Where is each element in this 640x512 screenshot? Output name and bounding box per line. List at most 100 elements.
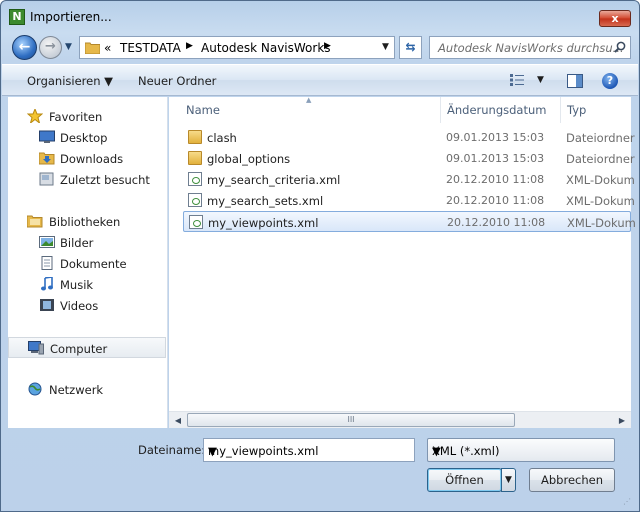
file-row-my-viewpoints[interactable]: my_viewpoints.xml 20.12.2010 11:08 XML-D… — [183, 211, 636, 232]
nav-label: Musik — [60, 278, 94, 292]
computer-icon — [28, 341, 44, 355]
network-icon — [28, 382, 42, 396]
nav-label: Bibliotheken — [49, 215, 121, 229]
file-date: 09.01.2013 15:03 — [446, 131, 545, 144]
nav-videos[interactable]: Videos — [8, 295, 166, 316]
xml-file-icon — [188, 172, 202, 186]
navigation-pane: Favoriten Desktop Downloads Zuletzt besu… — [8, 97, 168, 428]
window-title: Importieren... — [30, 10, 112, 24]
filename-label: Dateiname: — [138, 443, 206, 457]
nav-desktop[interactable]: Desktop — [8, 127, 166, 148]
resize-grip-icon[interactable]: ⋰ — [623, 497, 635, 509]
nav-libraries[interactable]: Bibliotheken — [8, 211, 166, 232]
file-date: 09.01.2013 15:03 — [446, 152, 545, 165]
search-placeholder: Autodesk NavisWorks durchsu... — [438, 41, 624, 55]
nav-label: Computer — [50, 342, 108, 356]
file-date: 20.12.2010 11:08 — [446, 173, 545, 186]
preview-pane-icon[interactable] — [567, 74, 583, 88]
column-divider[interactable] — [560, 97, 561, 123]
file-name: clash — [207, 131, 237, 145]
filetype-dropdown-icon[interactable]: ▼ — [432, 444, 441, 458]
file-list: ▲ Name Änderungsdatum Typ clash 09.01.20… — [169, 96, 636, 428]
file-name: global_options — [207, 152, 291, 166]
filetype-select[interactable]: XML (*.xml) ▼ — [427, 438, 615, 462]
nav-recent-places[interactable]: Zuletzt besucht — [8, 169, 166, 190]
file-row-my-search-criteria[interactable]: my_search_criteria.xml 20.12.2010 11:08 … — [183, 169, 635, 190]
nav-computer[interactable]: Computer — [8, 337, 166, 358]
filename-dropdown-icon[interactable]: ▼ — [208, 444, 217, 458]
nav-pictures[interactable]: Bilder — [8, 232, 166, 253]
folder-icon — [188, 130, 202, 144]
recent-places-icon — [39, 172, 54, 186]
nav-network[interactable]: Netzwerk — [8, 379, 166, 400]
back-button[interactable]: ← — [12, 35, 37, 60]
title-bar[interactable]: N Importieren... x — [1, 1, 639, 33]
open-options-dropdown-icon[interactable]: ▼ — [501, 468, 516, 492]
address-dropdown-icon[interactable]: ▼ — [382, 42, 389, 52]
nav-label: Netzwerk — [49, 383, 104, 397]
file-date: 20.12.2010 11:08 — [446, 194, 545, 207]
file-type: XML-Dokum — [566, 194, 635, 208]
column-header-name[interactable]: Name — [186, 103, 220, 129]
scroll-thumb[interactable]: III — [187, 413, 515, 427]
forward-button[interactable]: → — [39, 36, 62, 59]
file-row-global-options[interactable]: global_options 09.01.2013 15:03 Dateiord… — [183, 148, 635, 169]
filename-value: my_viewpoints.xml — [208, 444, 319, 458]
nav-label: Desktop — [60, 131, 108, 145]
file-row-my-search-sets[interactable]: my_search_sets.xml 20.12.2010 11:08 XML-… — [183, 190, 635, 211]
nav-label: Favoriten — [49, 110, 103, 124]
sort-ascending-icon: ▲ — [306, 96, 312, 104]
scroll-right-arrow-icon[interactable]: ▶ — [614, 413, 630, 428]
command-bar: Organisieren ▼ Neuer Ordner ▼ ? — [2, 64, 638, 96]
breadcrumb-separator-icon[interactable]: ▶ — [186, 41, 193, 51]
address-bar[interactable]: « TESTDATA ▶ Autodesk NavisWorks ▶ ▼ — [79, 36, 395, 59]
column-divider[interactable] — [440, 97, 441, 123]
help-icon[interactable]: ? — [602, 73, 618, 89]
nav-favorites[interactable]: Favoriten — [8, 106, 166, 127]
libraries-icon — [27, 215, 43, 228]
new-folder-button[interactable]: Neuer Ordner — [138, 74, 216, 88]
file-name: my_viewpoints.xml — [208, 216, 319, 230]
open-button[interactable]: Öffnen — [427, 468, 502, 492]
refresh-button[interactable]: ⇆ — [399, 36, 422, 59]
scroll-left-arrow-icon[interactable]: ◀ — [170, 413, 186, 428]
breadcrumb-autodesk-navisworks[interactable]: Autodesk NavisWorks — [201, 41, 331, 55]
star-icon — [27, 109, 43, 123]
change-view-icon[interactable] — [510, 74, 524, 86]
nav-documents[interactable]: Dokumente — [8, 253, 166, 274]
column-header-type[interactable]: Typ — [567, 103, 586, 129]
music-icon — [41, 277, 53, 291]
desktop-icon — [39, 130, 55, 143]
breadcrumb-testdata[interactable]: TESTDATA — [120, 41, 181, 55]
import-dialog: N Importieren... x ← → ▼ « TESTDATA ▶ Au… — [0, 0, 640, 512]
nav-label: Zuletzt besucht — [60, 173, 150, 187]
cancel-button[interactable]: Abbrechen — [529, 468, 615, 492]
file-type: XML-Dokum — [566, 173, 635, 187]
close-button[interactable]: x — [599, 10, 631, 27]
folder-icon — [85, 42, 100, 54]
organize-button[interactable]: Organisieren ▼ — [27, 74, 113, 88]
pictures-icon — [39, 236, 55, 248]
videos-icon — [40, 299, 54, 311]
file-name: my_search_criteria.xml — [207, 173, 341, 187]
nav-label: Bilder — [60, 236, 94, 250]
filename-field[interactable]: my_viewpoints.xml ▼ — [203, 438, 415, 462]
recent-pages-dropdown-icon[interactable]: ▼ — [65, 42, 75, 52]
file-name: my_search_sets.xml — [207, 194, 324, 208]
navisworks-app-icon: N — [9, 9, 25, 25]
file-type: Dateiordner — [566, 152, 635, 166]
horizontal-scrollbar[interactable]: ◀ III ▶ — [169, 411, 631, 428]
organize-label: Organisieren — [27, 74, 101, 88]
xml-file-icon — [188, 193, 202, 207]
file-type: XML-Dokum — [567, 216, 636, 230]
xml-file-icon — [189, 215, 203, 229]
view-options-dropdown-icon[interactable]: ▼ — [537, 75, 544, 85]
downloads-icon — [39, 152, 55, 165]
breadcrumb-overflow[interactable]: « — [104, 41, 111, 55]
nav-music[interactable]: Musik — [8, 274, 166, 295]
breadcrumb-separator-icon[interactable]: ▶ — [324, 41, 331, 51]
column-header-date[interactable]: Änderungsdatum — [447, 103, 546, 129]
file-row-clash[interactable]: clash 09.01.2013 15:03 Dateiordner — [183, 127, 635, 148]
nav-downloads[interactable]: Downloads — [8, 148, 166, 169]
search-input[interactable]: Autodesk NavisWorks durchsu... — [429, 36, 631, 59]
